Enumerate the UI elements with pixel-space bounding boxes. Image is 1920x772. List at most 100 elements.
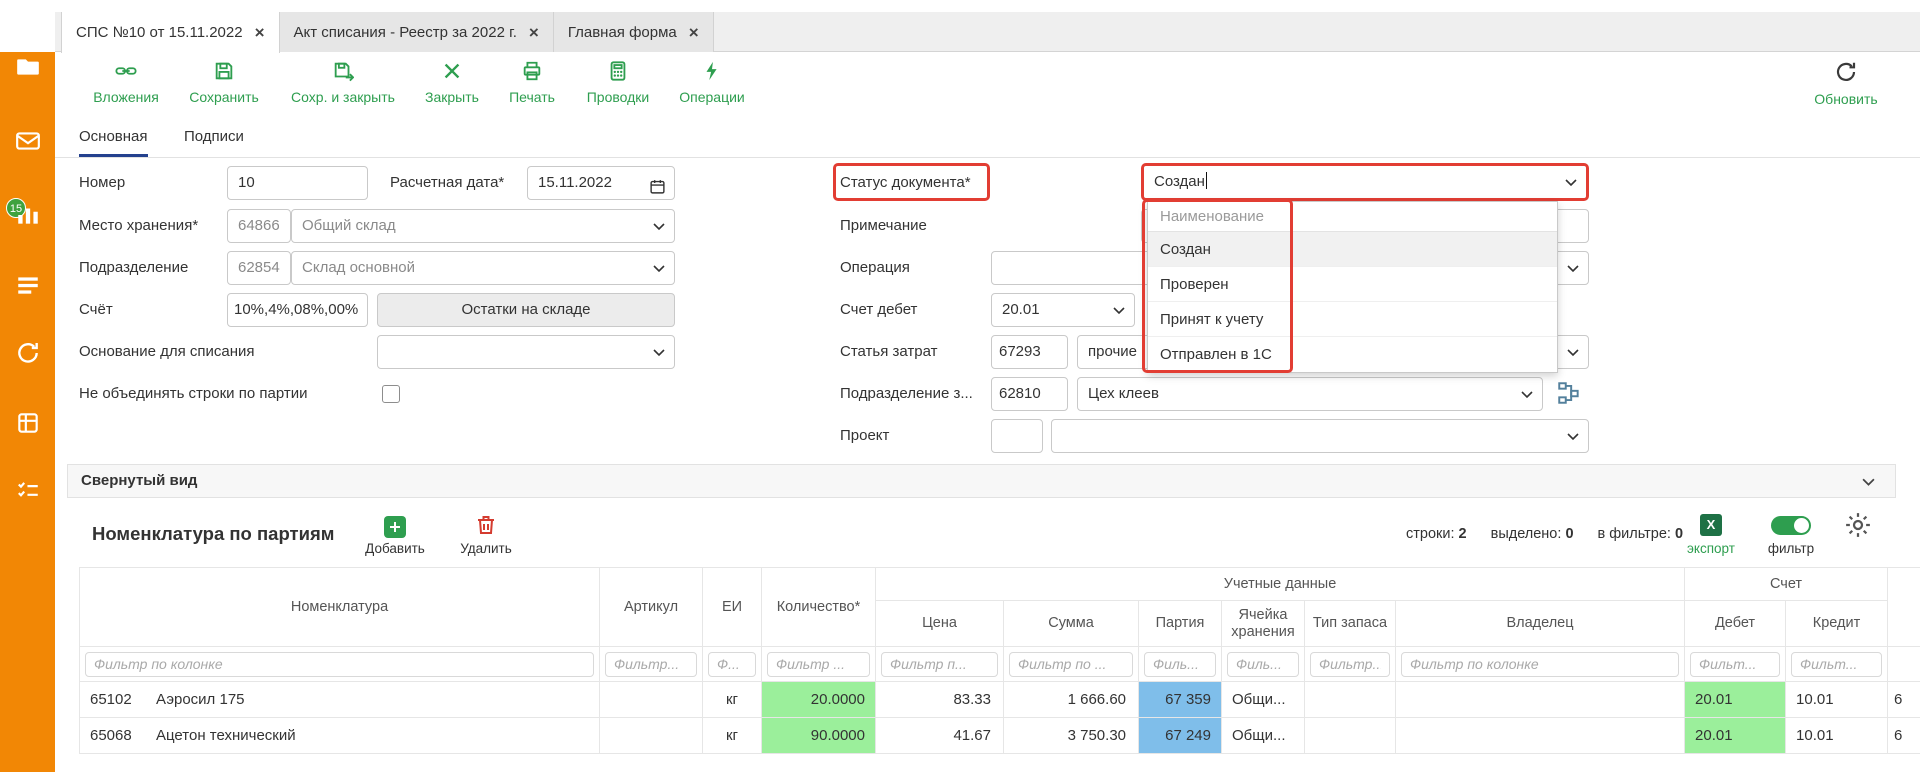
number-input[interactable]: 10 [227,166,368,200]
column-header[interactable]: Количество* [762,568,876,647]
column-header[interactable]: Ячейка хранения [1222,601,1305,647]
column-filter-input[interactable] [767,652,870,677]
close-tab-icon[interactable]: × [255,24,265,41]
close-tab-icon[interactable]: × [529,24,539,41]
column-filter-input[interactable] [881,652,998,677]
tab-main[interactable]: Основная [79,120,148,157]
project-code-input[interactable] [991,419,1043,453]
table-row[interactable]: 65102Аэросил 175 кг 20.0000 83.33 1 666.… [80,682,1920,718]
quantity-cell[interactable]: 90.0000 [762,718,876,754]
tab-signatures[interactable]: Подписи [184,120,244,157]
storage-cell[interactable]: Общи... [1222,718,1305,754]
table-row[interactable]: 65068Ацетон технический кг 90.0000 41.67… [80,718,1920,754]
column-filter-input[interactable] [1791,652,1882,677]
column-header[interactable]: Артикул [600,568,703,647]
column-filter-input[interactable] [605,652,697,677]
sync-icon[interactable] [15,340,41,366]
mail-icon[interactable] [15,128,41,154]
storage-code-input[interactable]: 64866 [227,209,291,243]
debit-cell[interactable]: 20.01 [1685,682,1786,718]
column-header[interactable]: Дебет [1685,601,1786,647]
bar-chart-icon[interactable] [15,202,41,228]
window-tab[interactable]: Акт списания - Реестр за 2022 г. × [280,12,554,52]
date-input[interactable]: 15.11.2022 [527,166,675,200]
list-icon[interactable] [15,272,41,298]
debit-cell[interactable]: 20.01 [1685,718,1786,754]
no-merge-checkbox[interactable] [382,385,400,403]
owner-cell[interactable] [1396,718,1685,754]
column-header[interactable]: Владелец [1396,601,1685,647]
column-filter-input[interactable] [1144,652,1216,677]
credit-cell[interactable]: 10.01 [1786,718,1888,754]
nomenclature-cell[interactable]: 65068Ацетон технический [80,718,600,754]
column-header[interactable]: Цена [876,601,1004,647]
column-filter-input[interactable] [85,652,594,677]
status-combobox[interactable]: Создан [1141,163,1589,201]
credit-cell[interactable]: 10.01 [1786,682,1888,718]
batch-cell[interactable]: 67 359 [1139,682,1222,718]
nomenclature-cell[interactable]: 65102Аэросил 175 [80,682,600,718]
price-cell[interactable]: 83.33 [876,682,1004,718]
dropdown-option[interactable]: Проверен [1148,267,1557,302]
chevron-down-icon[interactable] [1862,478,1875,487]
project-select[interactable] [1051,419,1589,453]
save-button[interactable]: Сохранить [166,60,282,105]
collapsed-view-bar[interactable]: Свернутый вид [67,464,1896,498]
dropdown-option[interactable]: Отправлен в 1С [1148,337,1557,372]
filter-toggle[interactable] [1771,516,1811,535]
operations-button[interactable]: Операции [654,60,770,105]
owner-cell[interactable] [1396,682,1685,718]
window-tab-active[interactable]: СПС №10 от 15.11.2022 × [61,12,280,53]
grid-box-icon[interactable] [15,410,41,436]
column-filter-input[interactable] [1690,652,1780,677]
hierarchy-icon[interactable] [1556,380,1586,410]
cost-department-select[interactable]: Цех клеев [1077,377,1543,411]
batch-cell[interactable]: 67 249 [1139,718,1222,754]
unit-cell[interactable]: кг [703,718,762,754]
column-filter-input[interactable] [1401,652,1679,677]
column-filter-input[interactable] [1227,652,1299,677]
stock-type-cell[interactable] [1305,682,1396,718]
debit-account-select[interactable]: 20.01 [991,293,1135,327]
stock-type-cell[interactable] [1305,718,1396,754]
column-header[interactable]: Сумма [1004,601,1139,647]
dropdown-option[interactable]: Создан [1148,232,1557,267]
window-tab[interactable]: Главная форма × [554,12,714,52]
save-close-button[interactable]: Сохр. и закрыть [285,60,401,105]
refresh-button[interactable]: Обновить [1788,60,1904,107]
department-select[interactable]: Склад основной [291,251,675,285]
stock-balance-button[interactable]: Остатки на складе [377,293,675,327]
sum-cell[interactable]: 1 666.60 [1004,682,1139,718]
column-filter-input[interactable] [708,652,756,677]
add-row-button[interactable] [384,516,406,538]
column-header[interactable]: Партия [1139,601,1222,647]
column-header[interactable]: Номенклатура [80,568,600,647]
article-cell[interactable] [600,718,703,754]
column-filter-input[interactable] [1009,652,1133,677]
clipped-cell[interactable]: 6 [1888,682,1920,718]
dropdown-option[interactable]: Принят к учету [1148,302,1557,337]
cost-item-code-input[interactable]: 67293 [991,335,1068,369]
price-cell[interactable]: 41.67 [876,718,1004,754]
column-header[interactable]: ЕИ [703,568,762,647]
article-cell[interactable] [600,682,703,718]
calendar-icon[interactable] [649,175,666,200]
quantity-cell[interactable]: 20.0000 [762,682,876,718]
delete-row-button[interactable] [474,513,498,537]
clipped-cell[interactable]: 6 [1888,718,1920,754]
column-header[interactable]: Тип запаса [1305,601,1396,647]
storage-select[interactable]: Общий склад [291,209,675,243]
department-code-input[interactable]: 62854 [227,251,291,285]
sum-cell[interactable]: 3 750.30 [1004,718,1139,754]
close-tab-icon[interactable]: × [689,24,699,41]
folder-icon[interactable] [15,54,41,80]
account-input[interactable]: 10%,4%,08%,00% [227,293,368,327]
excel-export-icon[interactable]: X [1700,514,1722,536]
unit-cell[interactable]: кг [703,682,762,718]
column-filter-input[interactable] [1310,652,1390,677]
checklist-icon[interactable] [15,478,41,504]
grid-settings-button[interactable] [1843,510,1873,540]
cost-department-code-input[interactable]: 62810 [991,377,1068,411]
reason-select[interactable] [377,335,675,369]
column-header[interactable]: Кредит [1786,601,1888,647]
